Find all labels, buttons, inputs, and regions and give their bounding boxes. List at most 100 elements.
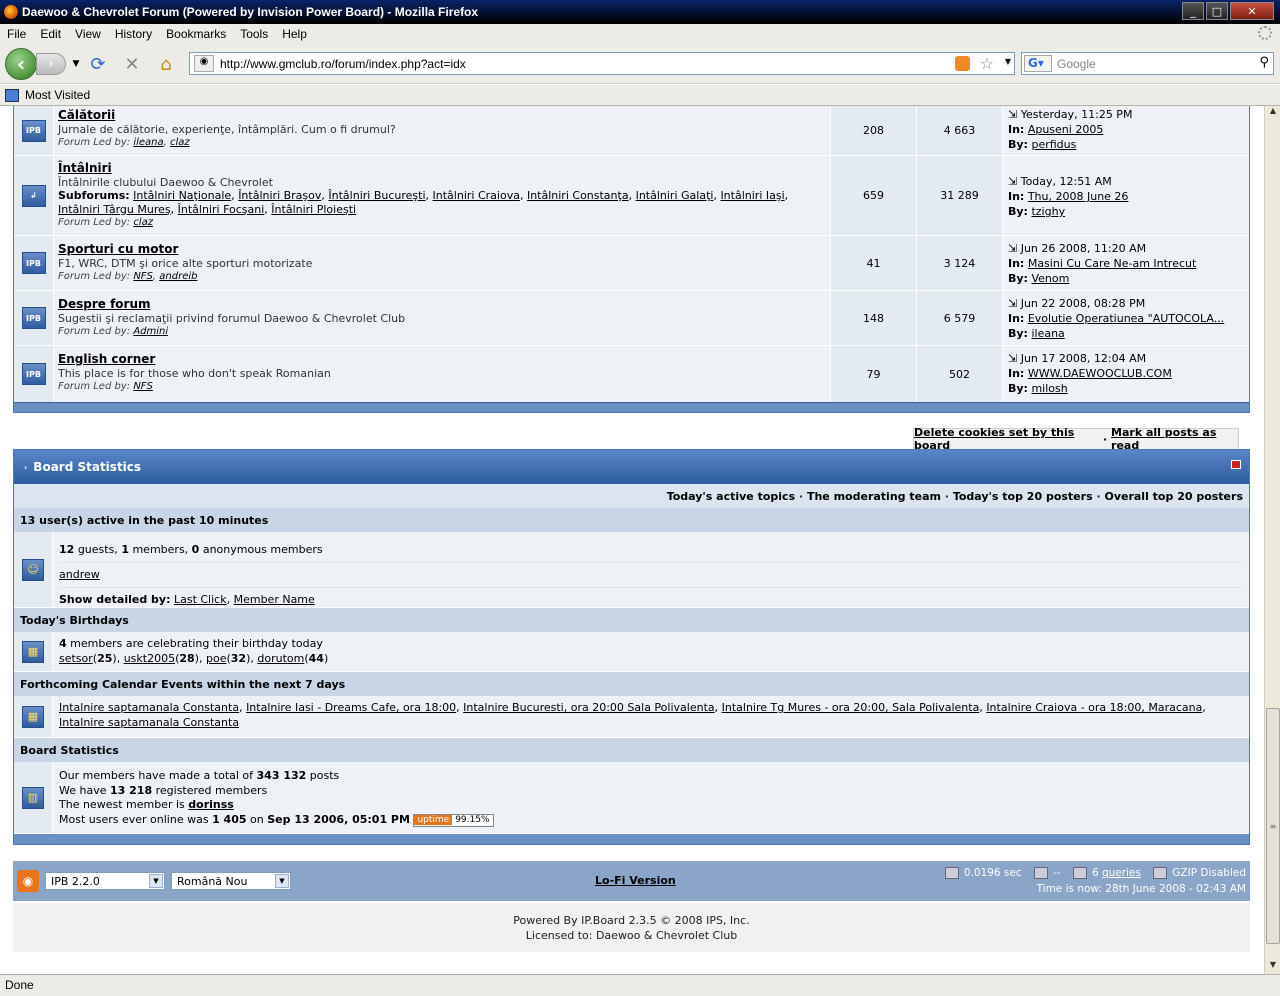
menu-history[interactable]: History <box>108 27 159 41</box>
subforum-link[interactable]: Intâlniri Galaţi <box>636 189 714 202</box>
last-post-author-link[interactable]: milosh <box>1031 382 1067 395</box>
google-engine-icon[interactable]: G▾ <box>1024 55 1052 72</box>
forum-leader-link[interactable]: andreib <box>159 271 197 282</box>
calendar-event-link[interactable]: Intalnire Craiova - ora 18:00, Maracana <box>986 701 1202 714</box>
forum-name-link[interactable]: English corner <box>58 352 155 366</box>
subforum-link[interactable]: Intâlniri Iaşi <box>720 189 784 202</box>
last-post-icon[interactable]: ⇲ <box>1008 175 1017 188</box>
todays-active-topics-link[interactable]: Today's active topics <box>667 490 795 503</box>
birthday-member-link[interactable]: poe <box>206 652 226 665</box>
birthday-member-link[interactable]: dorutom <box>257 652 304 665</box>
lofi-version-link[interactable]: Lo-Fi Version <box>595 874 676 887</box>
forum-name-link[interactable]: Sporturi cu motor <box>58 242 178 256</box>
subforum-link[interactable]: Intâlniri Craiova <box>433 189 520 202</box>
birthday-member-link[interactable]: setsor <box>59 652 93 665</box>
forum-leader-link[interactable]: NFS <box>133 381 153 392</box>
minimize-button[interactable]: _ <box>1182 2 1204 20</box>
skin-select[interactable]: IPB 2.2.0 ▼ <box>45 872 165 890</box>
forum-name-link[interactable]: Întâlniri <box>58 161 112 175</box>
forum-name-link[interactable]: Despre forum <box>58 297 151 311</box>
subforum-link[interactable]: Intâlniri Târgu Mureş <box>58 203 171 216</box>
last-post-topic-link[interactable]: WWW.DAEWOOCLUB.COM <box>1028 367 1172 380</box>
forum-name-link[interactable]: Călătorii <box>58 108 115 122</box>
forum-leader-link[interactable]: claz <box>133 217 153 228</box>
queries-link[interactable]: queries <box>1102 867 1141 879</box>
birthday-age: 28 <box>179 651 195 665</box>
calendar-event-link[interactable]: Intalnire saptamanala Constanta <box>59 701 239 714</box>
history-dropdown-icon[interactable]: ▼ <box>66 54 86 74</box>
forum-leader-link[interactable]: ileana <box>133 137 163 148</box>
vertical-scrollbar[interactable]: ▲ ≡ ▼ <box>1264 106 1280 974</box>
url-text[interactable]: http://www.gmclub.ro/forum/index.php?act… <box>220 57 466 71</box>
search-icon[interactable]: ⚲ <box>1259 55 1269 70</box>
stop-icon[interactable]: ✕ <box>122 54 142 75</box>
scrollbar-thumb[interactable]: ≡ <box>1266 708 1280 944</box>
reload-icon[interactable]: ⟳ <box>88 54 108 75</box>
subforum-link[interactable]: Întâlniri Ploieşti <box>271 203 356 216</box>
birthday-member-link[interactable]: uskt2005 <box>124 652 175 665</box>
menu-tools[interactable]: Tools <box>233 27 275 41</box>
forum-leader-link[interactable]: claz <box>170 137 190 148</box>
maximize-button[interactable]: □ <box>1206 2 1228 20</box>
calendar-event-link[interactable]: Intalnire Iasi - Dreams Cafe, ora 18:00 <box>246 701 456 714</box>
last-post-icon[interactable]: ⇲ <box>1008 108 1017 121</box>
close-window-button[interactable]: ✕ <box>1230 2 1274 20</box>
calendar-event-link[interactable]: Intalnire Bucuresti, ora 20:00 Sala Poli… <box>463 701 714 714</box>
database-icon <box>1072 867 1087 879</box>
calendar-event-link[interactable]: Intalnire saptamanala Constanta <box>59 716 239 729</box>
last-post-topic-link[interactable]: Masini Cu Care Ne-am Intrecut <box>1028 257 1197 270</box>
last-post-topic-link[interactable]: Thu, 2008 June 26 <box>1028 190 1129 203</box>
uptime-badge[interactable]: uptime 99.15% <box>413 813 494 827</box>
subforum-link[interactable]: Întâlniri Focşani <box>178 203 265 216</box>
url-dropdown-icon[interactable]: ▼ <box>1005 57 1011 66</box>
active-user-link[interactable]: andrew <box>59 568 100 581</box>
newest-member-link[interactable]: dorinss <box>188 798 234 811</box>
moderating-team-link[interactable]: The moderating team <box>807 490 941 503</box>
sort-last-click-link[interactable]: Last Click <box>174 593 227 606</box>
sort-member-name-link[interactable]: Member Name <box>234 593 315 606</box>
subforum-link[interactable]: Intâlniri Constanţa <box>527 189 629 202</box>
home-icon[interactable]: ⌂ <box>156 54 176 75</box>
language-select-value[interactable]: Română Nou <box>177 875 247 888</box>
scroll-up-icon[interactable]: ▲ <box>1266 106 1280 120</box>
rss-feed-icon[interactable] <box>955 56 970 71</box>
url-bar[interactable]: ◉ http://www.gmclub.ro/forum/index.php?a… <box>189 52 1015 75</box>
bookmark-star-icon[interactable]: ☆ <box>980 54 994 73</box>
menu-bookmarks[interactable]: Bookmarks <box>159 27 233 41</box>
language-select[interactable]: Română Nou ▼ <box>171 872 291 890</box>
forum-leader-link[interactable]: Admini <box>133 326 168 337</box>
last-post-icon[interactable]: ⇲ <box>1008 242 1017 255</box>
menu-file[interactable]: File <box>0 27 33 41</box>
search-box[interactable]: G▾ Google ⚲ <box>1021 52 1274 75</box>
last-post-icon[interactable]: ⇲ <box>1008 297 1017 310</box>
last-post-icon[interactable]: ⇲ <box>1008 352 1017 365</box>
last-post-author-link[interactable]: perfidus <box>1031 138 1076 151</box>
menu-edit[interactable]: Edit <box>33 27 68 41</box>
subforum-link[interactable]: Întâlniri Bucureşti <box>328 189 425 202</box>
last-post-topic-link[interactable]: Apuseni 2005 <box>1028 123 1104 136</box>
site-identity-icon[interactable]: ◉ <box>194 55 214 72</box>
last-post-topic-link[interactable]: Evolutie Operatiunea "AUTOCOLA... <box>1028 312 1224 325</box>
rss-icon[interactable]: ◉ <box>17 870 39 892</box>
search-placeholder[interactable]: Google <box>1057 57 1096 71</box>
menu-help[interactable]: Help <box>275 27 314 41</box>
overall-top-posters-link[interactable]: Overall top 20 posters <box>1104 490 1243 503</box>
last-post-author-link[interactable]: tzighy <box>1031 205 1065 218</box>
last-post-author-link[interactable]: Venom <box>1031 272 1069 285</box>
skin-dropdown-arrow-icon[interactable]: ▼ <box>149 874 163 888</box>
menu-view[interactable]: View <box>68 27 108 41</box>
last-post-author-link[interactable]: ileana <box>1031 327 1064 340</box>
back-button[interactable]: ‹ <box>5 48 37 80</box>
scroll-down-icon[interactable]: ▼ <box>1266 960 1280 974</box>
collapse-icon[interactable] <box>1231 460 1241 469</box>
most-visited-bookmark[interactable]: Most Visited <box>25 88 90 102</box>
forum-leader-link[interactable]: NFS <box>133 271 153 282</box>
users-icon: ☺ <box>22 558 44 581</box>
forward-button[interactable]: › <box>36 53 66 75</box>
todays-top-posters-link[interactable]: Today's top 20 posters <box>953 490 1093 503</box>
subforum-link[interactable]: Intâlniri Naţionale <box>133 189 231 202</box>
language-dropdown-arrow-icon[interactable]: ▼ <box>275 874 289 888</box>
subforum-link[interactable]: Întâlniri Braşov <box>238 189 321 202</box>
calendar-event-link[interactable]: Intalnire Tg Mures - ora 20:00, Sala Pol… <box>722 701 980 714</box>
skin-select-value[interactable]: IPB 2.2.0 <box>51 875 100 888</box>
